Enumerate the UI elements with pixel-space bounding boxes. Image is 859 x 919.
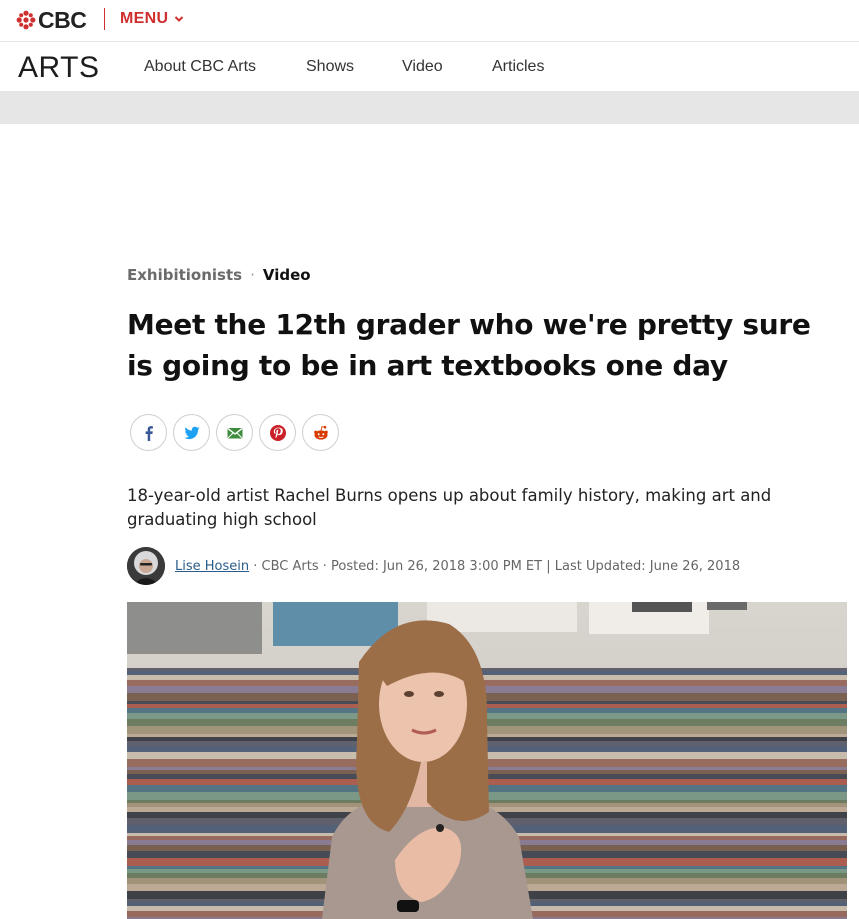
share-reddit-button[interactable] (302, 414, 339, 451)
share-pinterest-button[interactable] (259, 414, 296, 451)
arts-nav: ARTS About CBC Arts Shows Video Articles (0, 43, 859, 91)
cbc-logo[interactable]: CBC (16, 6, 87, 33)
reddit-icon (313, 425, 328, 440)
cbc-gem-icon (16, 10, 36, 30)
nav-video[interactable]: Video (402, 58, 443, 76)
author-avatar (127, 547, 165, 585)
cbc-top-bar: CBC MENU (0, 0, 859, 42)
author-link[interactable]: Lise Hosein (175, 559, 249, 574)
nav-shows[interactable]: Shows (306, 58, 354, 76)
share-twitter-button[interactable] (173, 414, 210, 451)
byline: Lise Hosein · CBC Arts · Posted: Jun 26,… (127, 547, 740, 585)
pinterest-icon (269, 424, 286, 441)
breadcrumb-section[interactable]: Exhibitionists (127, 266, 242, 284)
cbc-logo-text: CBC (38, 6, 87, 33)
share-facebook-button[interactable] (130, 414, 167, 451)
video-player[interactable] (127, 602, 847, 919)
ad-band (0, 91, 859, 124)
breadcrumb-separator: · (250, 266, 255, 284)
menu-button[interactable]: MENU (120, 9, 184, 29)
nav-articles[interactable]: Articles (492, 58, 544, 76)
nav-about-cbc-arts[interactable]: About CBC Arts (144, 58, 256, 76)
menu-label: MENU (120, 10, 169, 27)
byline-meta: · CBC Arts · Posted: Jun 26, 2018 3:00 P… (249, 558, 741, 574)
twitter-icon (184, 426, 199, 439)
breadcrumb: Exhibitionists · Video (127, 266, 311, 284)
email-icon (227, 427, 242, 438)
video-thumbnail (127, 602, 847, 919)
article-deck: 18-year-old artist Rachel Burns opens up… (127, 486, 772, 529)
topbar-divider (104, 8, 105, 30)
article-headline: Meet the 12th grader who we're pretty su… (127, 308, 811, 382)
chevron-down-icon (175, 16, 184, 22)
arts-section-title[interactable]: ARTS (18, 51, 99, 85)
breadcrumb-type[interactable]: Video (263, 266, 311, 284)
share-buttons (130, 414, 339, 451)
facebook-icon (145, 425, 153, 441)
share-email-button[interactable] (216, 414, 253, 451)
